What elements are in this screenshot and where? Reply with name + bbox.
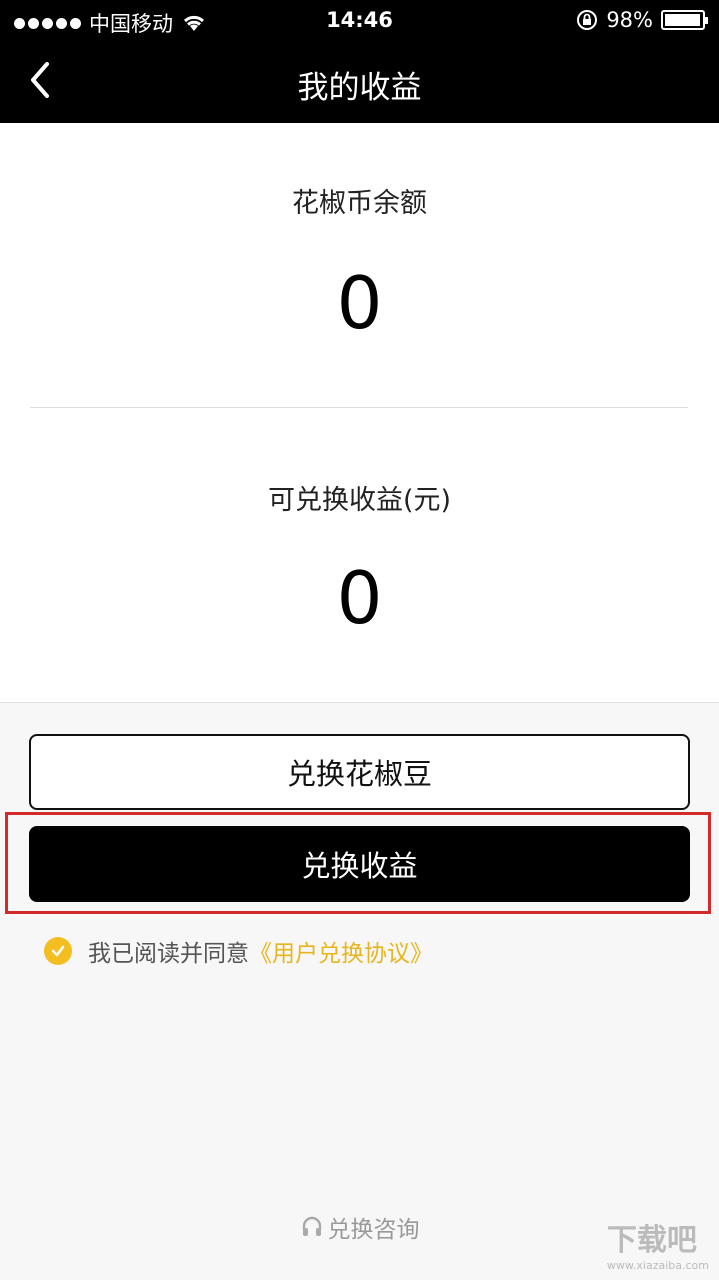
watermark-logo: 下载吧 www.xiazaiba.com (607, 1215, 709, 1272)
page-title: 我的收益 (297, 70, 422, 106)
battery-percent: 98% (606, 8, 653, 32)
orientation-lock-icon (577, 10, 598, 30)
balance-value: 0 (336, 261, 383, 345)
status-right: 98% (576, 8, 708, 32)
nav-bar: 我的收益 (0, 40, 719, 123)
earnings-label: 可兑换收益(元) (267, 485, 452, 516)
headset-icon (302, 1216, 321, 1236)
agreement-row: 我已阅读并同意 《用户兑换协议》 (44, 934, 433, 968)
earnings-value: 0 (336, 556, 383, 640)
status-bar: 中国移动 14:46 98% (0, 0, 719, 40)
battery-fill (665, 14, 701, 26)
consult-label: 兑换咨询 (327, 1217, 420, 1243)
earnings-card: 花椒币余额 0 可兑换收益(元) 0 (0, 123, 719, 703)
watermark-url: www.xiazaiba.com (606, 1259, 709, 1272)
exchange-beans-button[interactable]: 兑换花椒豆 (29, 734, 690, 810)
checkmark-icon (51, 945, 65, 957)
battery-icon (661, 10, 708, 30)
agreement-text: 我已阅读并同意 (88, 941, 249, 967)
agreement-checkbox[interactable] (44, 937, 72, 965)
watermark-text: 下载吧 (606, 1223, 697, 1258)
balance-label: 花椒币余额 (292, 188, 427, 219)
exchange-earnings-button[interactable]: 兑换收益 (29, 826, 690, 902)
divider (30, 407, 688, 408)
agreement-link[interactable]: 《用户兑换协议》 (249, 934, 433, 968)
